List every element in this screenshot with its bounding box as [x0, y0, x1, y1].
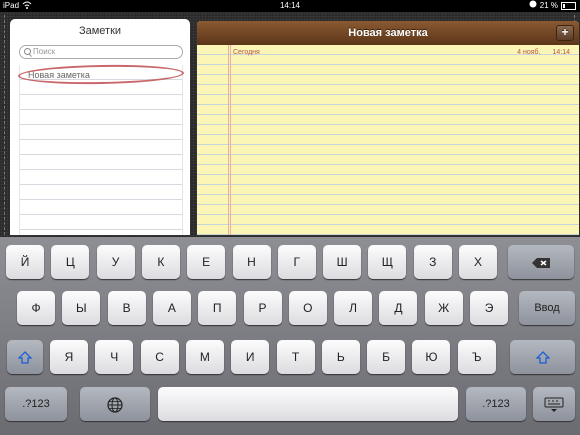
globe-key[interactable]: [80, 387, 150, 421]
key-row3-4[interactable]: И: [231, 340, 270, 374]
note-body[interactable]: [197, 45, 579, 235]
margin-line: [228, 45, 229, 235]
key-row3-5[interactable]: Т: [276, 340, 315, 374]
key-row3-7[interactable]: Б: [367, 340, 406, 374]
key-row3-9[interactable]: Ъ: [457, 340, 496, 374]
key-row1-2[interactable]: У: [96, 245, 135, 279]
notes-sidebar: Заметки Поиск Новая заметка: [10, 19, 190, 235]
key-row2-7[interactable]: Л: [334, 291, 373, 325]
status-bar: iPad 14:14 21 %: [0, 0, 580, 12]
note-date-value: 4 нояб.: [517, 49, 541, 56]
status-time: 14:14: [279, 1, 301, 10]
list-item[interactable]: Новая заметка: [17, 63, 185, 86]
key-row3-3[interactable]: М: [185, 340, 224, 374]
lock-rotation-icon: [529, 0, 537, 12]
key-row2-0[interactable]: Ф: [17, 291, 55, 325]
globe-icon: [107, 397, 123, 413]
key-row1-10[interactable]: Х: [459, 245, 497, 279]
stitch-left: [4, 15, 6, 235]
numbers-right-key[interactable]: .?123: [466, 387, 526, 421]
notes-list: [19, 65, 183, 235]
sidebar-title: Заметки: [78, 25, 122, 37]
key-row3-2[interactable]: С: [140, 340, 179, 374]
note-date-label: Сегодня: [233, 49, 260, 56]
key-row3-8[interactable]: Ю: [412, 340, 451, 374]
battery-percent: 21 %: [539, 1, 558, 10]
key-row1-7[interactable]: Ш: [323, 245, 362, 279]
shift-icon: [534, 350, 551, 364]
key-row1-9[interactable]: З: [413, 245, 452, 279]
key-row3-0[interactable]: Я: [50, 340, 88, 374]
key-row2-3[interactable]: А: [152, 291, 191, 325]
battery-icon: [561, 2, 576, 10]
search-placeholder: Поиск: [33, 47, 56, 56]
key-row1-5[interactable]: Н: [232, 245, 271, 279]
key-row2-9[interactable]: Ж: [424, 291, 463, 325]
key-row1-1[interactable]: Ц: [51, 245, 90, 279]
note-header: Новая заметка +: [197, 21, 579, 45]
key-row1-6[interactable]: Г: [277, 245, 316, 279]
key-row2-10[interactable]: Э: [470, 291, 508, 325]
search-input[interactable]: Поиск: [19, 45, 183, 59]
key-row2-4[interactable]: П: [198, 291, 237, 325]
add-note-button[interactable]: +: [556, 25, 574, 41]
note-date: 4 нояб. 14:14: [507, 49, 570, 56]
numbers-left-key[interactable]: .?123: [5, 387, 67, 421]
return-key[interactable]: Ввод: [519, 291, 575, 325]
note-pad: Новая заметка + Сегодня 4 нояб. 14:14: [197, 21, 579, 235]
key-row1-4[interactable]: Е: [187, 245, 226, 279]
key-row3-1[interactable]: Ч: [95, 340, 134, 374]
key-row1-0[interactable]: Й: [6, 245, 44, 279]
note-time-value: 14:14: [552, 49, 570, 56]
shift-icon: [17, 350, 33, 364]
note-title: Новая заметка: [348, 27, 428, 39]
hide-keyboard-key[interactable]: [533, 387, 575, 421]
margin-line: [230, 45, 231, 235]
backspace-key[interactable]: [508, 245, 574, 279]
keyboard: Ввод .?123 .?123 ЙЦУКЕНГШЩЗХ ФЫВАПРОЛДЖЭ Я…: [0, 237, 580, 435]
key-row1-8[interactable]: Щ: [368, 245, 407, 279]
search-icon: [24, 48, 31, 55]
shift-right-key[interactable]: [510, 340, 575, 374]
space-key[interactable]: [158, 387, 458, 421]
key-row2-2[interactable]: В: [107, 291, 146, 325]
key-row1-3[interactable]: К: [141, 245, 180, 279]
key-row2-6[interactable]: О: [288, 291, 327, 325]
key-row3-6[interactable]: Ь: [321, 340, 360, 374]
list-item-label: Новая заметка: [28, 70, 90, 80]
key-row2-1[interactable]: Ы: [62, 291, 101, 325]
shift-left-key[interactable]: [7, 340, 43, 374]
keyboard-hide-icon: [544, 397, 564, 412]
key-row2-5[interactable]: Р: [243, 291, 282, 325]
key-row2-8[interactable]: Д: [379, 291, 418, 325]
backspace-icon: [531, 255, 551, 269]
